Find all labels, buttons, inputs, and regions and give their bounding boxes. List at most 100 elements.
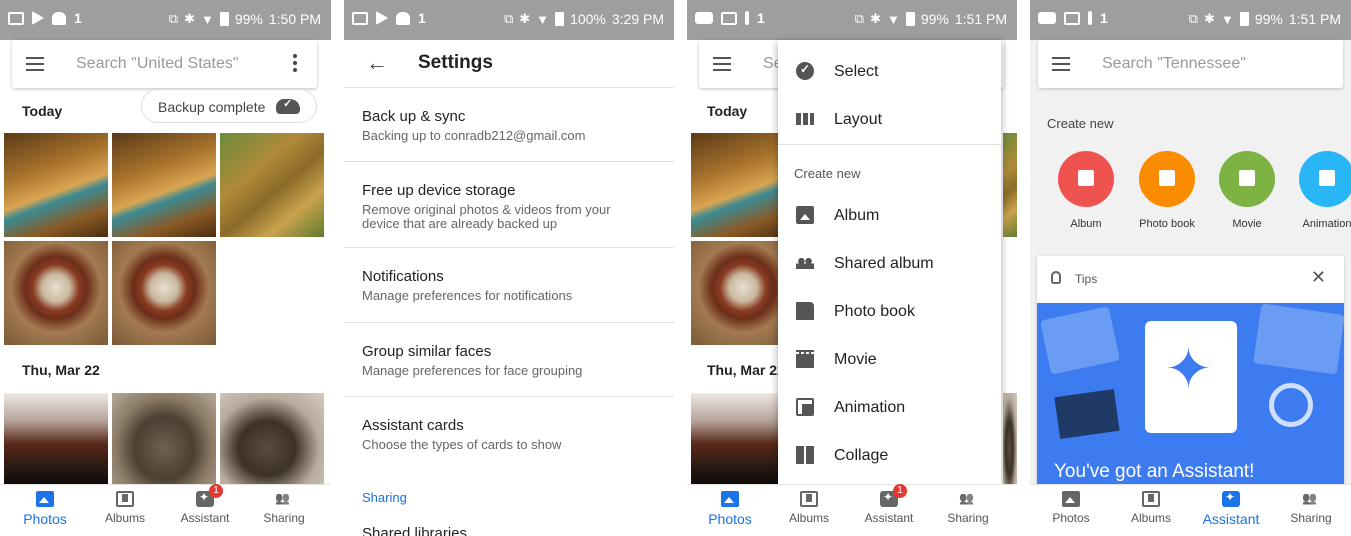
menu-item-animation[interactable]: Animation — [778, 384, 1001, 432]
nav-label: Photos — [23, 511, 67, 527]
nfc-icon: ⧉ — [168, 11, 179, 26]
menu-item-label: Movie — [834, 351, 877, 368]
play-store-icon — [32, 11, 44, 25]
photo-thumbnail[interactable] — [4, 241, 108, 345]
battery-icon — [219, 12, 229, 26]
photos-icon — [721, 491, 739, 507]
animation-icon — [1319, 170, 1335, 186]
bluetooth-icon: ✱ — [519, 11, 531, 26]
menu-item-shared-album[interactable]: Shared album — [778, 240, 1001, 288]
lightbulb-icon — [1051, 271, 1061, 284]
search-bar[interactable]: Search "United States" — [12, 40, 317, 88]
photos-screen: 1 ⧉ ✱ ▼ 99% 1:50 PM Search "United States" T… — [0, 0, 331, 536]
nav-photos[interactable]: Photos — [1031, 491, 1111, 525]
nav-label: Sharing — [1290, 511, 1332, 525]
grid-icon — [796, 113, 814, 125]
photo-thumbnail[interactable] — [112, 393, 216, 485]
setting-backup-sync[interactable]: Back up & sync Backing up to conradb212@… — [344, 96, 674, 162]
nav-photos[interactable]: Photos — [5, 491, 85, 527]
menu-section-header: Create new — [794, 166, 861, 181]
movie-icon — [1239, 170, 1255, 186]
menu-item-movie[interactable]: Movie — [778, 336, 1001, 384]
date-header: Thu, Mar 22 — [22, 362, 100, 378]
create-animation-label: Animation — [1302, 218, 1351, 230]
notification-count: 1 — [74, 10, 82, 26]
album-icon — [1078, 170, 1094, 186]
create-album-button[interactable] — [1058, 151, 1114, 207]
photo-thumbnail[interactable] — [4, 133, 108, 237]
nav-albums[interactable]: Albums — [85, 491, 165, 525]
menu-item-layout[interactable]: Layout — [778, 96, 1001, 144]
menu-icon[interactable] — [1052, 57, 1070, 71]
nav-sharing[interactable]: Sharing — [244, 491, 324, 525]
nav-assistant[interactable]: Assistant — [1191, 490, 1271, 527]
nav-albums[interactable]: Albums — [769, 491, 849, 525]
menu-item-photo-book[interactable]: Photo book — [778, 288, 1001, 336]
create-photo-book-button[interactable] — [1139, 151, 1195, 207]
photo-thumbnail[interactable] — [1003, 393, 1017, 485]
create-movie-button[interactable] — [1219, 151, 1275, 207]
photo-thumbnail[interactable] — [1003, 133, 1017, 237]
menu-icon[interactable] — [713, 57, 731, 71]
menu-item-label: Select — [834, 63, 879, 80]
setting-notifications[interactable]: Notifications Manage preferences for not… — [344, 248, 674, 323]
nav-photos[interactable]: Photos — [690, 491, 770, 527]
nav-albums[interactable]: Albums — [1111, 491, 1191, 525]
setting-title: Free up device storage — [362, 182, 516, 199]
clock: 1:50 PM — [268, 11, 321, 27]
clapperboard-illustration — [1054, 389, 1120, 439]
status-bar: 1 ⧉ ✱ ▼ 99% 1:51 PM — [1030, 0, 1351, 40]
create-animation-button[interactable] — [1299, 151, 1351, 207]
nav-assistant[interactable]: 1 Assistant — [165, 484, 245, 525]
book-icon — [796, 302, 814, 320]
photo-thumbnail[interactable] — [4, 393, 108, 485]
setting-group-faces[interactable]: Group similar faces Manage preferences f… — [344, 323, 674, 397]
setting-free-up-storage[interactable]: Free up device storage Remove original p… — [344, 162, 674, 248]
search-bar[interactable]: Search "Tennessee" — [1038, 40, 1343, 88]
nfc-icon: ⧉ — [854, 11, 865, 26]
albums-icon — [800, 491, 818, 507]
clock: 3:29 PM — [611, 11, 664, 27]
assistant-star-icon: ✦ — [1165, 337, 1212, 400]
overflow-menu-icon[interactable] — [293, 54, 297, 74]
menu-icon[interactable] — [26, 57, 44, 71]
back-arrow-icon[interactable]: ← — [366, 50, 388, 76]
tips-card[interactable]: Tips ✕ ✦ You've got an Assistant! — [1037, 256, 1344, 486]
photos-icon — [36, 491, 54, 507]
photo-thumbnail[interactable] — [220, 133, 324, 237]
nav-label: Albums — [788, 511, 829, 525]
setting-assistant-cards[interactable]: Assistant cards Choose the types of card… — [344, 397, 674, 471]
battery-level: 99% — [920, 11, 949, 27]
photo-thumbnail[interactable] — [220, 393, 324, 485]
notification-count: 1 — [418, 10, 426, 26]
albums-icon — [116, 491, 134, 507]
android-icon — [52, 11, 66, 25]
albums-icon — [1142, 491, 1160, 507]
date-header: Today — [707, 103, 748, 119]
notification-count: 1 — [1100, 10, 1108, 26]
backup-status-chip[interactable]: Backup complete — [141, 89, 317, 123]
create-album-label: Album — [1070, 218, 1102, 230]
photo-thumbnail[interactable] — [112, 133, 216, 237]
menu-item-label: Animation — [834, 399, 906, 416]
setting-title: Assistant cards — [362, 417, 464, 434]
photo-illustration — [1040, 306, 1120, 375]
nav-sharing[interactable]: Sharing — [928, 491, 1008, 525]
notification-badge: 1 — [893, 484, 907, 498]
search-input[interactable]: Search "United States" — [76, 55, 239, 73]
menu-item-select[interactable]: Select — [778, 48, 1001, 96]
nav-assistant[interactable]: 1 Assistant — [849, 484, 929, 525]
setting-shared-libraries[interactable]: Shared libraries — [362, 525, 467, 536]
setting-description: Manage preferences for notifications — [362, 288, 573, 303]
setting-description: Manage preferences for face grouping — [362, 363, 583, 378]
menu-item-collage[interactable]: Collage — [778, 432, 1001, 480]
wifi-icon: ▼ — [536, 11, 550, 27]
nav-sharing[interactable]: Sharing — [1271, 491, 1351, 525]
menu-item-album[interactable]: Album — [778, 192, 1001, 240]
photo-thumbnail[interactable] — [112, 241, 216, 345]
overflow-menu: Select Layout Create new Album Shared al… — [778, 40, 1001, 486]
search-input[interactable]: Search "Tennessee" — [1102, 55, 1246, 73]
notification-count: 1 — [757, 10, 765, 26]
clock: 1:51 PM — [954, 11, 1007, 27]
close-icon[interactable]: ✕ — [1311, 267, 1326, 288]
